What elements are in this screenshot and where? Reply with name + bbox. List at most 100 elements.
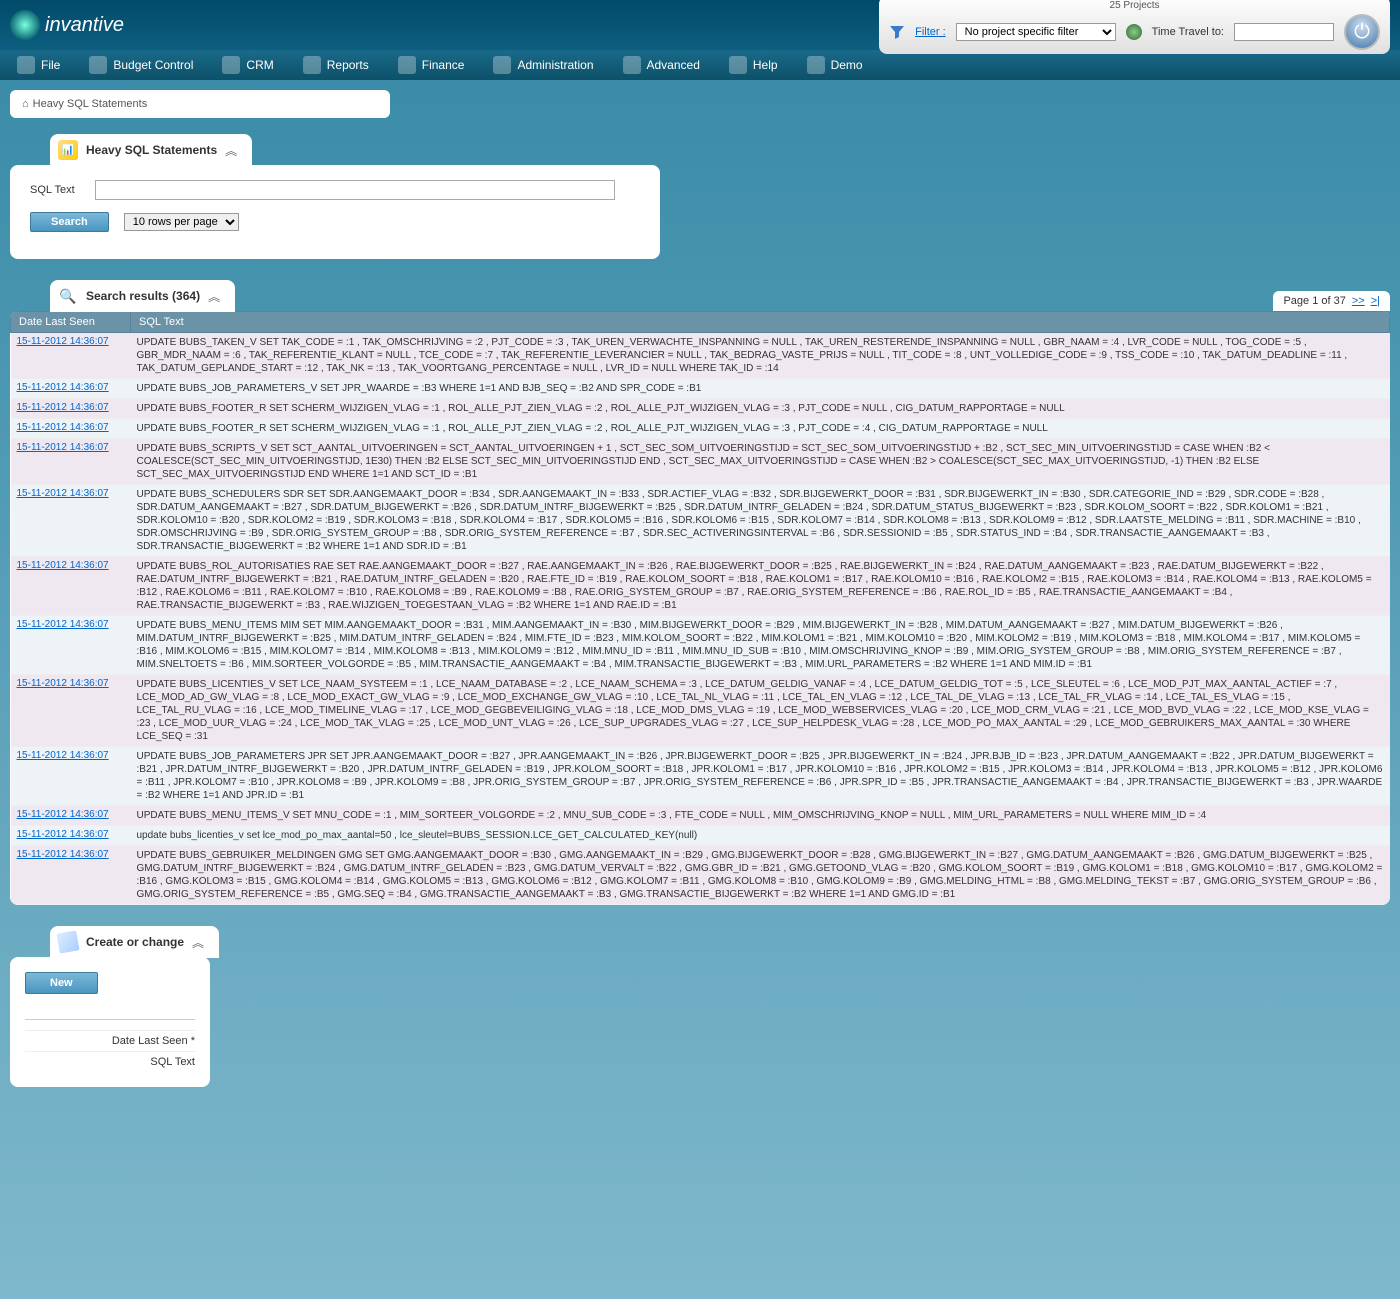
sql-cell: UPDATE BUBS_LICENTIES_V SET LCE_NAAM_SYS… (131, 675, 1390, 747)
menu-administration[interactable]: Administration (481, 50, 605, 80)
rows-per-page-select[interactable]: 10 rows per page (124, 213, 239, 231)
create-title: Create or change (86, 935, 184, 949)
sql-text-input[interactable] (95, 180, 615, 200)
funnel-icon (889, 24, 905, 40)
menu-demo[interactable]: Demo (795, 50, 875, 80)
menu-help[interactable]: Help (717, 50, 790, 80)
search-button[interactable]: Search (30, 212, 109, 232)
date-link[interactable]: 15-11-2012 14:36:07 (17, 678, 109, 689)
separator (25, 1019, 195, 1020)
chart-icon: 📊 (58, 140, 78, 160)
date-link[interactable]: 15-11-2012 14:36:07 (17, 849, 109, 860)
sql-cell: UPDATE BUBS_FOOTER_R SET SCHERM_WIJZIGEN… (131, 419, 1390, 439)
table-row: 15-11-2012 14:36:07UPDATE BUBS_FOOTER_R … (11, 399, 1390, 419)
menu-label: Demo (831, 58, 863, 72)
pager-text: Page 1 of 37 (1283, 295, 1345, 307)
table-row: 15-11-2012 14:36:07 UPDATE BUBS_JOB_PARAM… (11, 379, 1390, 399)
date-link[interactable]: 15-11-2012 14:36:07 (17, 336, 109, 347)
search-panel-tab: 📊 Heavy SQL Statements ︽ (50, 134, 252, 166)
menu-icon (303, 56, 321, 74)
date-link[interactable]: 15-11-2012 14:36:07 (17, 619, 109, 630)
menu-label: Advanced (647, 58, 700, 72)
date-link[interactable]: 15-11-2012 14:36:07 (17, 750, 109, 761)
table-row: 15-11-2012 14:36:07 UPDATE BUBS_GEBRUIKER… (11, 846, 1390, 905)
menu-label: CRM (246, 58, 273, 72)
filter-select[interactable]: No project specific filter (956, 23, 1116, 41)
date-link[interactable]: 15-11-2012 14:36:07 (17, 402, 109, 413)
menu-crm[interactable]: CRM (210, 50, 285, 80)
menu-label: Budget Control (113, 58, 193, 72)
menu-label: Reports (327, 58, 369, 72)
menu-icon (623, 56, 641, 74)
table-row: 15-11-2012 14:36:07UPDATE BUBS_SCHEDULER… (11, 485, 1390, 557)
results-panel: Search results (364) ︽ Page 1 of 37 >> >… (10, 279, 1390, 905)
date-link[interactable]: 15-11-2012 14:36:07 (17, 422, 109, 433)
results-title: Search results (364) (86, 289, 200, 303)
sql-cell: UPDATE BUBS_MENU_ITEMS_V SET MNU_CODE = … (131, 806, 1390, 826)
table-row: 15-11-2012 14:36:07 UPDATE BUBS_ROL_AUTOR… (11, 557, 1390, 616)
date-link[interactable]: 15-11-2012 14:36:07 (17, 442, 109, 453)
breadcrumb: Heavy SQL Statements (10, 90, 390, 118)
sql-cell: UPDATE BUBS_JOB_PARAMETERS JPR SET JPR.A… (131, 747, 1390, 806)
field-sql-text: SQL Text (25, 1051, 195, 1072)
search-panel-title: Heavy SQL Statements (86, 143, 217, 157)
field-date-last-seen: Date Last Seen * (25, 1030, 195, 1051)
new-button[interactable]: New (25, 972, 98, 994)
collapse-icon[interactable]: ︽ (192, 934, 204, 951)
collapse-icon[interactable]: ︽ (208, 288, 220, 305)
menu-finance[interactable]: Finance (386, 50, 477, 80)
sql-cell: UPDATE BUBS_ROL_AUTORISATIES RAE SET RAE… (131, 557, 1390, 616)
menu-icon (17, 56, 35, 74)
sql-cell: UPDATE BUBS_JOB_PARAMETERS_V SET JPR_WAA… (131, 379, 1390, 399)
menu-label: File (41, 58, 60, 72)
table-row: 15-11-2012 14:36:07 UPDATE BUBS_JOB_PARAM… (11, 747, 1390, 806)
menu-advanced[interactable]: Advanced (611, 50, 712, 80)
menu-icon (398, 56, 416, 74)
pager-next[interactable]: >> (1352, 295, 1365, 307)
brand-text: invantive (45, 14, 124, 37)
col-sql[interactable]: SQL Text (131, 312, 1390, 333)
globe-icon (1126, 24, 1142, 40)
menu-icon (222, 56, 240, 74)
date-link[interactable]: 15-11-2012 14:36:07 (17, 560, 109, 571)
brand-logo: invantive (10, 10, 124, 40)
date-link[interactable]: 15-11-2012 14:36:07 (17, 809, 109, 820)
menu-reports[interactable]: Reports (291, 50, 381, 80)
menu-icon (729, 56, 747, 74)
table-row: 15-11-2012 14:36:07 UPDATE BUBS_SCRIPTS_V… (11, 439, 1390, 485)
results-table: Date Last Seen SQL Text 15-11-2012 14:36… (10, 311, 1390, 905)
table-row: 15-11-2012 14:36:07UPDATE BUBS_MENU_ITEM… (11, 616, 1390, 675)
search-panel: 📊 Heavy SQL Statements ︽ SQL Text Search… (10, 133, 660, 259)
create-panel: Create or change ︽ New Date Last Seen * … (10, 925, 210, 1087)
collapse-icon[interactable]: ︽ (225, 142, 237, 159)
sql-cell: UPDATE BUBS_GEBRUIKER_MELDINGEN GMG SET … (131, 846, 1390, 905)
date-link[interactable]: 15-11-2012 14:36:07 (17, 488, 109, 499)
app-header: invantive 25 Projects Filter : No projec… (0, 0, 1400, 50)
projects-count: 25 Projects (1110, 0, 1160, 11)
time-travel-input[interactable] (1234, 23, 1334, 41)
power-button[interactable] (1344, 14, 1380, 50)
pager-last[interactable]: >| (1371, 295, 1380, 307)
logo-icon (10, 10, 40, 40)
date-link[interactable]: 15-11-2012 14:36:07 (17, 829, 109, 840)
sql-cell: UPDATE BUBS_SCRIPTS_V SET SCT_AANTAL_UIT… (131, 439, 1390, 485)
col-date[interactable]: Date Last Seen (11, 312, 131, 333)
menu-file[interactable]: File (5, 50, 72, 80)
main-menubar: File Budget Control CRM Reports Finance Admin… (0, 50, 1400, 80)
table-row: 15-11-2012 14:36:07 UPDATE BUBS_FOOTER_R … (11, 419, 1390, 439)
time-travel-label: Time Travel to: (1152, 26, 1224, 38)
menu-icon (807, 56, 825, 74)
menu-budget-control[interactable]: Budget Control (77, 50, 205, 80)
sql-cell: UPDATE BUBS_TAKEN_V SET TAK_CODE = :1 , … (131, 333, 1390, 379)
menu-label: Finance (422, 58, 465, 72)
breadcrumb-home-link[interactable]: Heavy SQL Statements (22, 98, 147, 110)
filter-link[interactable]: Filter : (915, 26, 946, 38)
search-icon (58, 286, 78, 306)
menu-icon (493, 56, 511, 74)
table-row: 15-11-2012 14:36:07 UPDATE BUBS_LICENTIES… (11, 675, 1390, 747)
top-controls-panel: 25 Projects Filter : No project specific… (879, 0, 1390, 54)
table-row: 15-11-2012 14:36:07 UPDATE BUBS_TAKEN_V S… (11, 333, 1390, 379)
results-panel-tab: Search results (364) ︽ (50, 280, 235, 312)
date-link[interactable]: 15-11-2012 14:36:07 (17, 382, 109, 393)
table-row: 15-11-2012 14:36:07 UPDATE BUBS_MENU_ITEM… (11, 806, 1390, 826)
